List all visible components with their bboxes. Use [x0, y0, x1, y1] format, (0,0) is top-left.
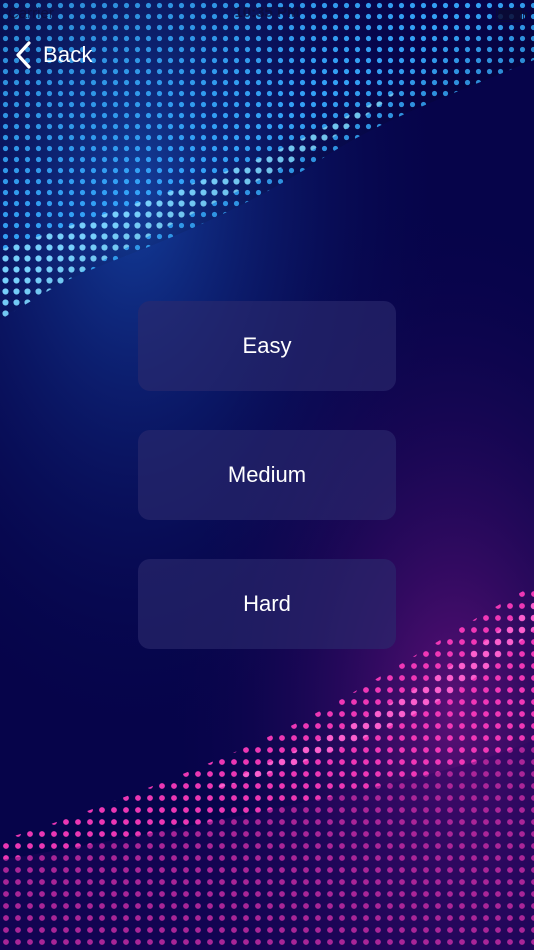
status-bar: Carrier 10:35 PM — [0, 0, 534, 26]
difficulty-screen: Carrier 10:35 PM Back Easy Medium Hard — [0, 0, 534, 950]
medium-button[interactable]: Medium — [138, 430, 396, 520]
back-button[interactable]: Back — [14, 38, 93, 72]
easy-button[interactable]: Easy — [138, 301, 396, 391]
status-time: 10:35 PM — [234, 4, 300, 21]
medium-button-label: Medium — [227, 462, 307, 487]
battery-icon — [496, 8, 527, 22]
hard-button[interactable]: Hard — [138, 559, 396, 649]
hard-button-label: Hard — [243, 591, 291, 616]
easy-button-label: Easy — [242, 333, 292, 358]
back-label: Back — [43, 42, 93, 67]
chevron-left-icon — [16, 41, 31, 69]
